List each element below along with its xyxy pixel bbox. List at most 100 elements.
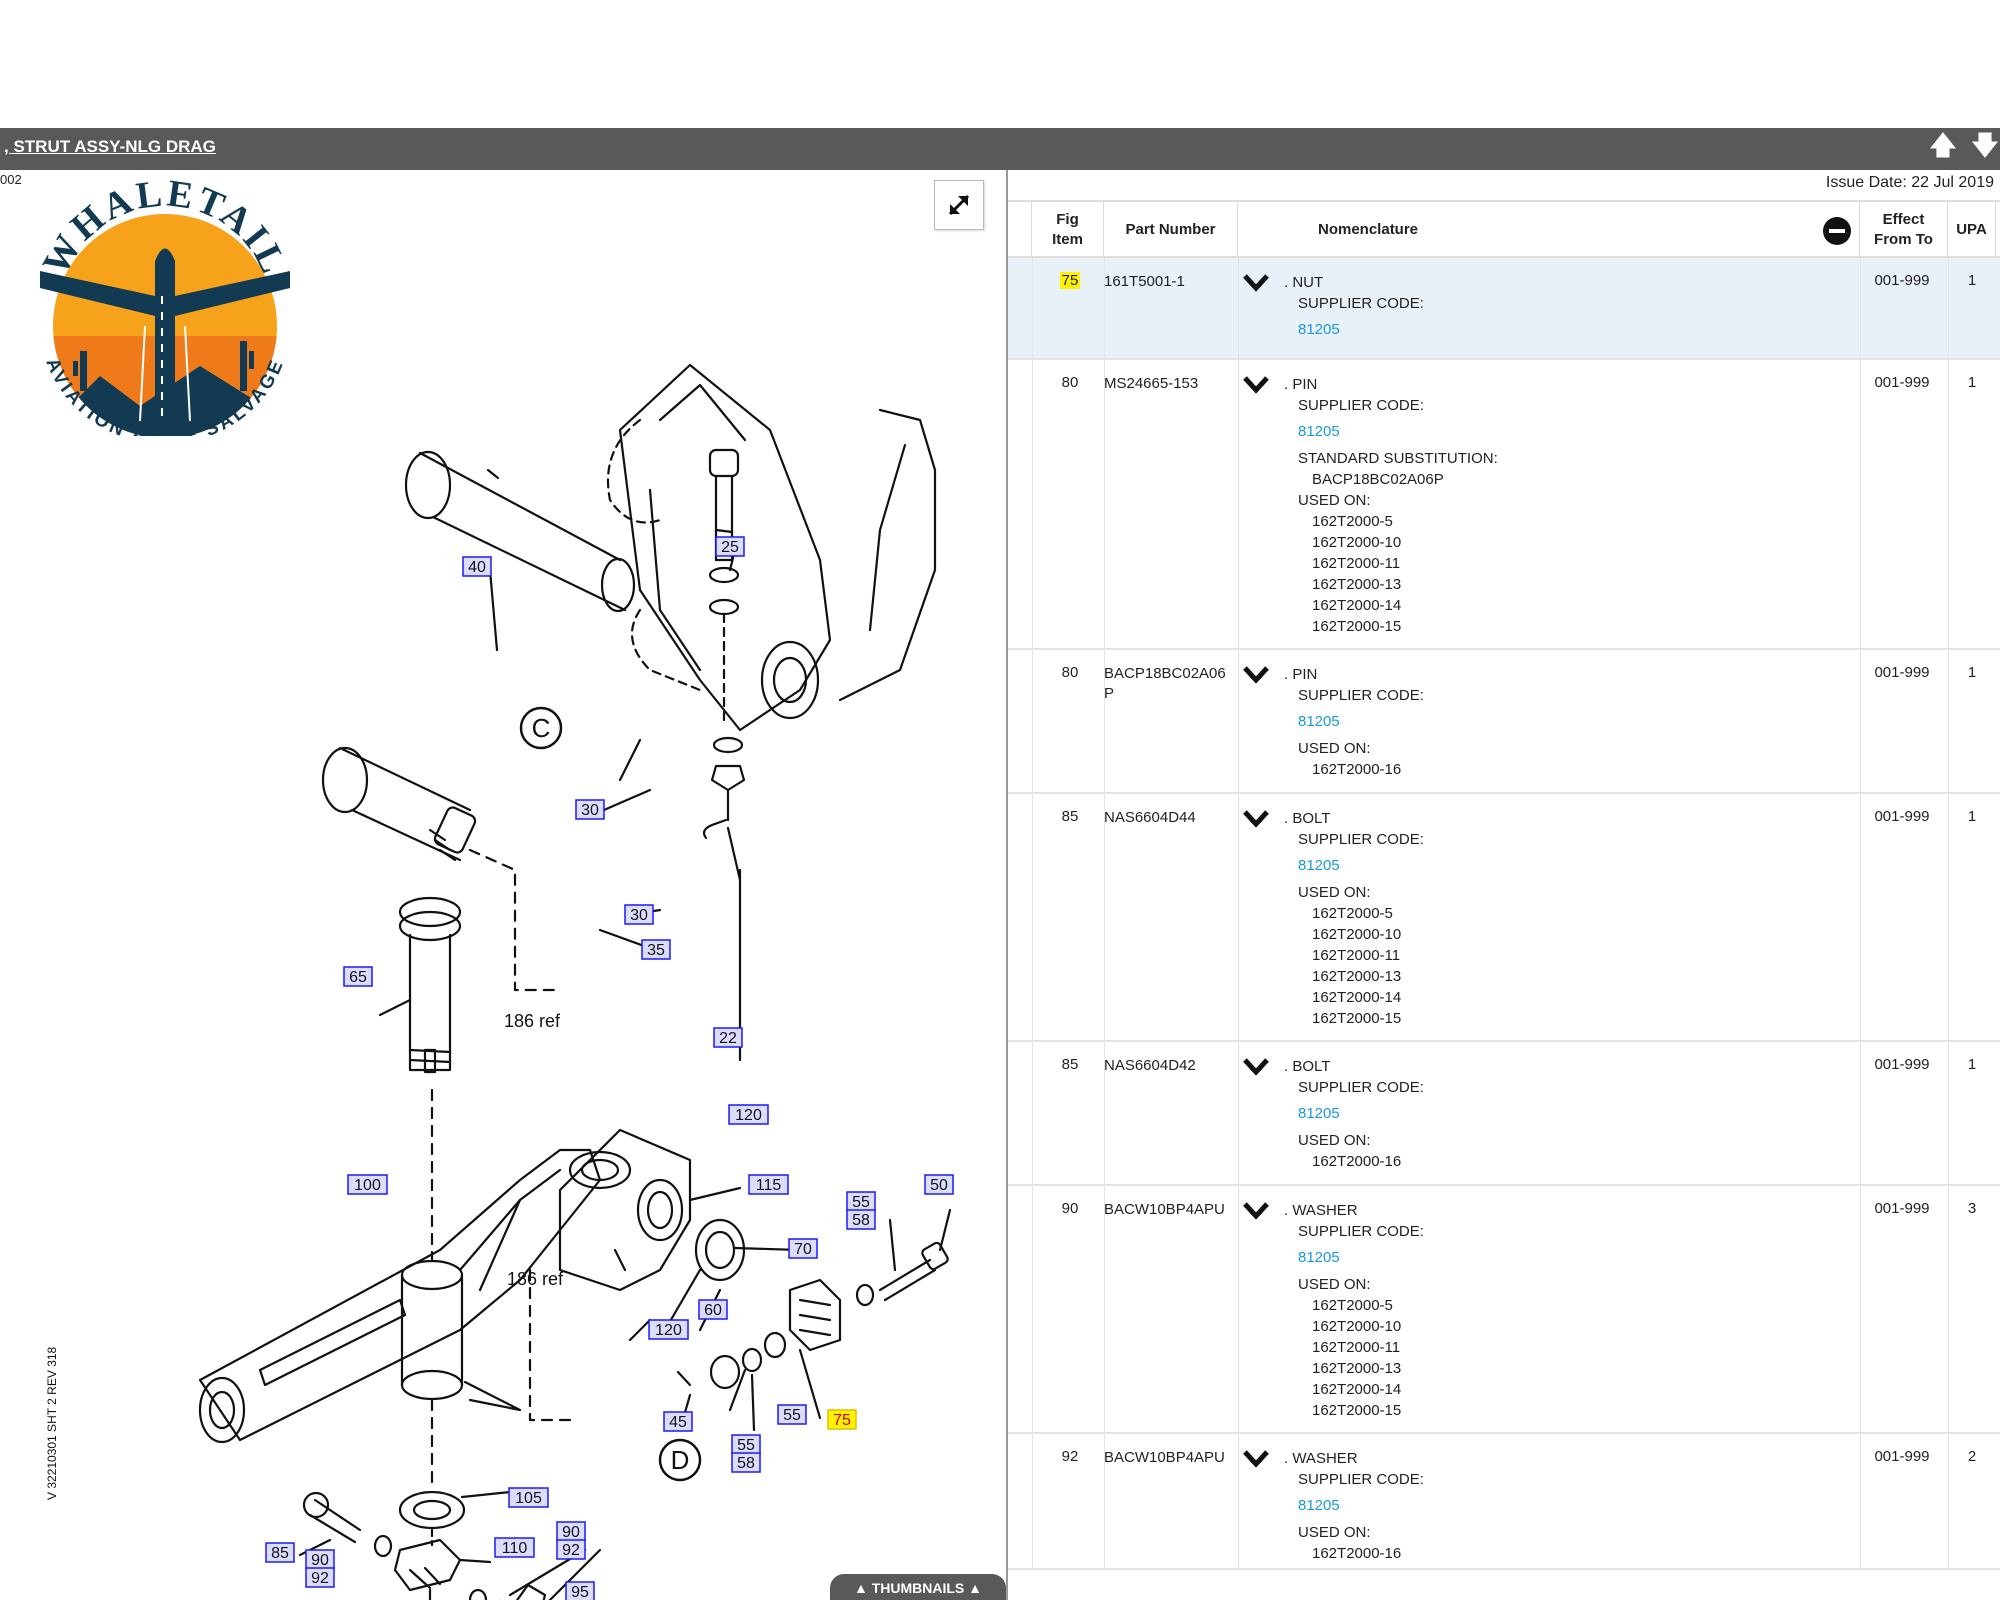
col-effect[interactable]: Effect From To	[1860, 202, 1948, 258]
used-on-value: 162T2000-16	[1312, 1153, 1402, 1170]
callout-115[interactable]: 115	[748, 1174, 789, 1195]
used-on-value: 162T2000-14	[1312, 597, 1402, 614]
svg-text:90: 90	[562, 1524, 580, 1541]
callout-120[interactable]: 120	[728, 1104, 769, 1125]
callout-50[interactable]: 50	[924, 1174, 954, 1195]
chevron-down-icon[interactable]	[1242, 1198, 1270, 1222]
chevron-down-icon[interactable]	[1242, 1054, 1270, 1078]
callout-22[interactable]: 22	[713, 1027, 743, 1048]
supplier-code-link[interactable]: 81205	[1284, 855, 1424, 876]
callout-120[interactable]: 120	[648, 1319, 689, 1340]
units-per-assembly: 1	[1967, 272, 1977, 289]
column-divider	[1860, 1434, 1861, 1568]
callout-65[interactable]: 65	[343, 966, 373, 987]
callout-70[interactable]: 70	[788, 1238, 818, 1259]
callout-92[interactable]: 92	[305, 1567, 335, 1588]
table-row[interactable]: 80 MS24665-153 . PIN SUPPLIER CODE: 81205 STA…	[1008, 360, 2000, 650]
issue-date: Issue Date: 22 Jul 2019	[1825, 174, 1994, 191]
callout-92[interactable]: 92	[556, 1539, 586, 1560]
table-row[interactable]: 85 NAS6604D44 . BOLT SUPPLIER CODE: 81205 USE…	[1008, 794, 2000, 1042]
col-fig-item[interactable]: Fig Item	[1032, 202, 1104, 258]
used-on-label: USED ON:	[1298, 1524, 1371, 1541]
column-divider	[1948, 360, 1949, 648]
chevron-down-icon[interactable]	[1242, 662, 1270, 686]
supplier-code-link[interactable]: 81205	[1284, 1103, 1424, 1124]
column-divider	[1032, 360, 1033, 648]
callout-55[interactable]: 55	[846, 1191, 876, 1212]
col-upa[interactable]: UPA	[1948, 202, 1996, 258]
nomenclature: . PIN SUPPLIER CODE: 81205 STANDARD SUBSTIT…	[1284, 374, 1498, 637]
chevron-down-icon[interactable]	[1242, 270, 1270, 294]
used-on-value: 162T2000-14	[1312, 1381, 1402, 1398]
callout-58[interactable]: 58	[846, 1209, 876, 1230]
supplier-code-link[interactable]: 81205	[1284, 1247, 1424, 1268]
table-row[interactable]: 85 NAS6604D42 . BOLT SUPPLIER CODE: 81205 USE…	[1008, 1042, 2000, 1186]
units-per-assembly: 1	[1967, 808, 1977, 825]
callout-110[interactable]: 110	[494, 1537, 535, 1558]
table-row[interactable]: 80 BACP18BC02A06P . PIN SUPPLIER CODE: 81205…	[1008, 650, 2000, 794]
callout-95[interactable]: 95	[565, 1581, 595, 1600]
nomenclature: . WASHER SUPPLIER CODE: 81205 USED ON: 162T2…	[1284, 1200, 1424, 1421]
used-on-label: USED ON:	[1298, 1276, 1371, 1293]
arrow-down-icon[interactable]: 🡇	[1970, 130, 2000, 164]
units-per-assembly: 2	[1967, 1448, 1977, 1465]
column-divider	[1860, 1042, 1861, 1184]
ref-label-bottom: 186 ref	[507, 1269, 564, 1289]
supplier-code-link[interactable]: 81205	[1284, 421, 1498, 442]
svg-text:85: 85	[271, 1545, 289, 1562]
part-number: NAS6604D44	[1104, 809, 1196, 826]
thumbnails-toggle[interactable]: ▲ THUMBNAILS ▲	[830, 1574, 1006, 1600]
callout-25[interactable]: 25	[715, 536, 745, 557]
effectivity: 001-999	[1874, 272, 1930, 289]
callout-55[interactable]: 55	[731, 1434, 761, 1455]
callout-40[interactable]: 40	[462, 556, 492, 577]
svg-text:55: 55	[737, 1437, 755, 1454]
callout-75[interactable]: 75	[827, 1409, 857, 1430]
callout-60[interactable]: 60	[698, 1299, 728, 1320]
column-divider	[1238, 1434, 1239, 1568]
supplier-code-label: SUPPLIER CODE:	[1298, 687, 1424, 704]
callout-90[interactable]: 90	[305, 1549, 335, 1570]
callout-85[interactable]: 85	[265, 1542, 295, 1563]
supplier-code-link[interactable]: 81205	[1284, 319, 1424, 340]
callout-45[interactable]: 45	[663, 1411, 693, 1432]
used-on-value: 162T2000-11	[1312, 1339, 1401, 1356]
callout-30[interactable]: 30	[575, 799, 605, 820]
callout-58[interactable]: 58	[731, 1452, 761, 1473]
nomenclature: . BOLT SUPPLIER CODE: 81205 USED ON: 162T200…	[1284, 1056, 1424, 1172]
arrow-up-icon[interactable]: 🡅	[1928, 130, 1958, 164]
column-divider	[1860, 794, 1861, 1040]
callout-55[interactable]: 55	[777, 1404, 807, 1425]
col-part-number[interactable]: Part Number	[1104, 202, 1238, 258]
chevron-down-icon[interactable]	[1242, 806, 1270, 830]
column-divider	[1948, 1434, 1949, 1568]
col-nomenclature[interactable]: Nomenclature	[1238, 202, 1860, 258]
figure-title-link[interactable]: , STRUT ASSY-NLG DRAG	[4, 137, 216, 157]
supplier-code-label: SUPPLIER CODE:	[1298, 1079, 1424, 1096]
units-per-assembly: 1	[1967, 664, 1977, 681]
fig-item-highlight: 75	[1059, 272, 1081, 289]
used-on-value: 162T2000-14	[1312, 989, 1402, 1006]
part-number: NAS6604D42	[1104, 1057, 1196, 1074]
callout-35[interactable]: 35	[641, 939, 671, 960]
svg-text:92: 92	[311, 1570, 329, 1587]
callout-30[interactable]: 30	[624, 904, 654, 925]
supplier-code-link[interactable]: 81205	[1284, 1495, 1424, 1516]
callout-100[interactable]: 100	[347, 1174, 388, 1195]
fig-item: 80	[1061, 374, 1079, 391]
used-on-value: 162T2000-10	[1312, 926, 1402, 943]
chevron-down-icon[interactable]	[1242, 372, 1270, 396]
svg-text:95: 95	[571, 1584, 589, 1600]
table-row[interactable]: 92 BACW10BP4APU . WASHER SUPPLIER CODE: 8120…	[1008, 1434, 2000, 1570]
minus-circle-icon[interactable]	[1822, 216, 1852, 246]
part-number: BACP18BC02A06P	[1104, 665, 1226, 702]
column-divider	[1948, 794, 1949, 1040]
supplier-code-link[interactable]: 81205	[1284, 711, 1424, 732]
table-row[interactable]: 75 161T5001-1 . NUT SUPPLIER CODE: 81205 001-…	[1008, 258, 2000, 360]
table-row[interactable]: 90 BACW10BP4APU . WASHER SUPPLIER CODE: 8120…	[1008, 1186, 2000, 1434]
used-on-value: 162T2000-13	[1312, 1360, 1402, 1377]
chevron-down-icon[interactable]	[1242, 1446, 1270, 1470]
column-divider	[1860, 258, 1861, 358]
callout-90[interactable]: 90	[556, 1521, 586, 1542]
callout-105[interactable]: 105	[508, 1487, 549, 1508]
